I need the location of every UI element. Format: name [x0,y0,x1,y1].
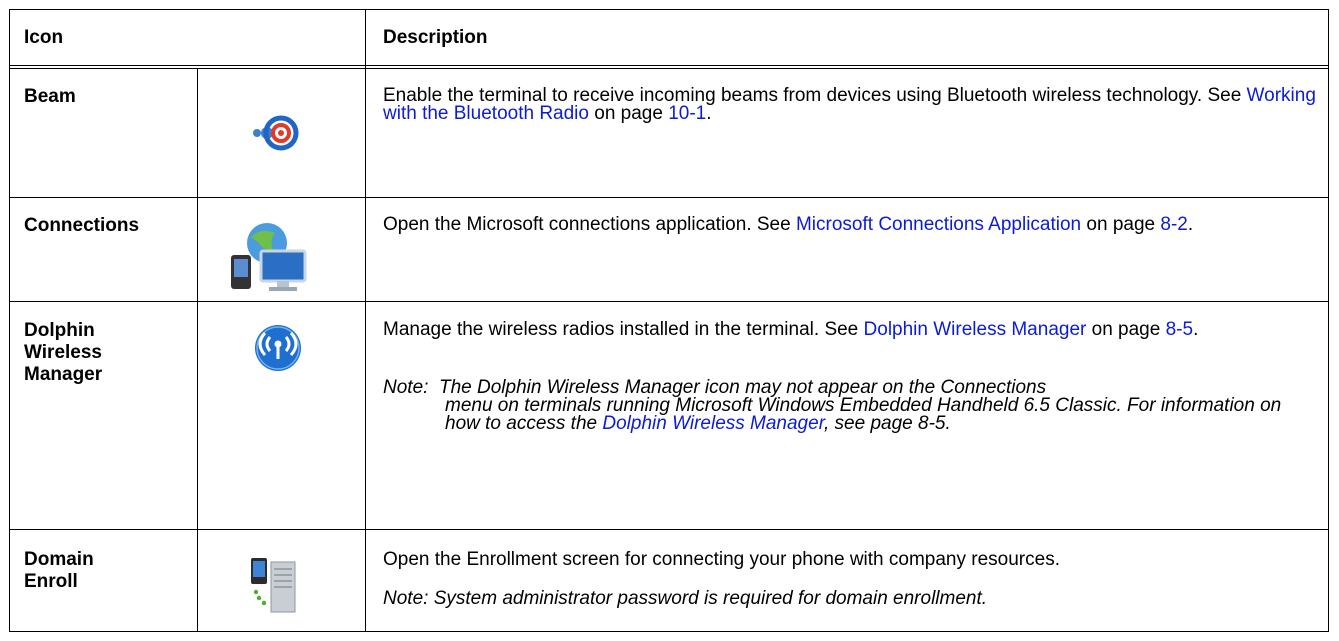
domain-enroll-icon [247,556,299,621]
row-name-domain-enroll: Domain Enroll [24,549,94,593]
row-name-beam: Beam [24,86,76,107]
row-desc-dolphin-wireless-manager: Manage the wireless radios installed in … [383,319,1319,340]
name-line: Manager [24,364,103,385]
desc-text: . [706,103,712,124]
link-page-10-1[interactable]: 10-1 [668,103,706,124]
header-divider-double [9,68,1329,69]
note-dolphin-wireless-manager: Note: The Dolphin Wireless Manager icon … [383,377,1319,434]
desc-text: on page [1086,319,1166,340]
desc-text: . [1187,214,1194,235]
header-icon: Icon [24,27,64,48]
row-desc-beam: Enable the terminal to receive incoming … [383,86,1319,124]
desc-text: on page [1081,214,1161,235]
icon-column-divider [197,68,198,631]
link-dolphin-wireless-manager-note[interactable]: Dolphin Wireless Manager [602,413,824,434]
link-microsoft-connections[interactable]: Microsoft Connections Application [796,214,1081,235]
row-divider [9,197,1329,198]
row-desc-connections: Open the Microsoft connections applicati… [383,214,1319,235]
beam-icon [249,109,301,162]
desc-text: . [1193,319,1199,340]
table-border-top [9,9,1329,10]
row-divider [9,529,1329,530]
note-indented-text: menu on terminals running Microsoft Wind… [383,396,1319,434]
row-name-connections: Connections [24,215,140,236]
note-prefix: Note: [383,377,429,398]
name-line: Wireless [24,342,102,363]
link-page-8-2[interactable]: 8-2 [1160,214,1187,235]
table-border-right [1328,9,1329,631]
desc-text: Open the Microsoft connections applicati… [383,214,796,235]
header-description: Description [383,27,488,48]
note-domain-enroll: Note: System administrator password is r… [383,588,988,609]
note-text: , see page 8-5. [823,413,951,434]
table-border-left [9,9,10,631]
name-line: Enroll [24,571,78,592]
name-line: Dolphin [24,320,95,341]
link-page-8-5[interactable]: 8-5 [1166,319,1193,340]
connections-icon [221,221,311,298]
table-border-bottom [9,631,1329,632]
row-name-dolphin-wireless-manager: Dolphin Wireless Manager [24,320,102,386]
column-divider [365,9,366,631]
row-desc-domain-enroll: Open the Enrollment screen for connectin… [383,549,1060,570]
desc-text: Manage the wireless radios installed in … [383,319,864,340]
link-dolphin-wireless-manager[interactable]: Dolphin Wireless Manager [864,319,1087,340]
wireless-radio-icon [253,323,303,378]
desc-text: on page [588,103,669,124]
name-line: Domain [24,549,94,570]
icon-description-table: Icon Description Beam Enable the termina… [9,9,1329,632]
header-divider [9,65,1329,66]
row-divider [9,301,1329,302]
